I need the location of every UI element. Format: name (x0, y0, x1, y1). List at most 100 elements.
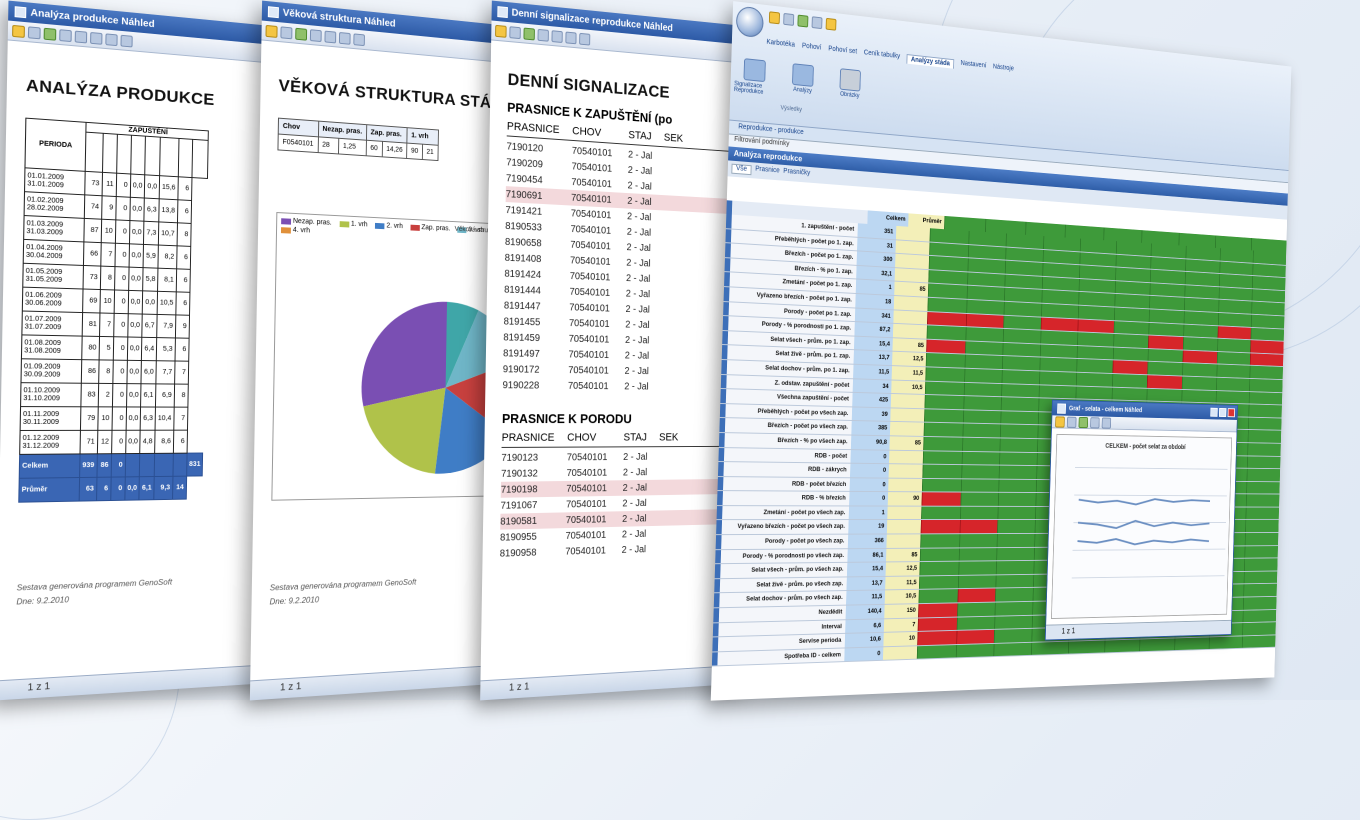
page-icon[interactable] (75, 30, 88, 43)
export-icon[interactable] (295, 27, 307, 40)
first-page-icon[interactable] (579, 32, 590, 45)
status-cell (928, 284, 967, 299)
save-icon[interactable] (1067, 416, 1077, 427)
maximize-icon[interactable] (1219, 408, 1226, 417)
first-page-icon[interactable] (105, 33, 117, 46)
cell: 15,6 (159, 176, 178, 200)
cell: 6 (176, 292, 190, 315)
print-icon[interactable] (538, 28, 549, 41)
ribbon-tab[interactable]: Ceník tabulky (864, 49, 900, 63)
status-cell (926, 339, 965, 353)
export-icon[interactable] (44, 27, 57, 40)
first-page-icon[interactable] (353, 33, 365, 46)
export-icon[interactable] (1079, 416, 1089, 427)
settings-icon[interactable] (812, 16, 823, 29)
ribbon-tab[interactable]: Analýzy stáda (907, 54, 955, 69)
minimize-icon[interactable] (1210, 408, 1217, 417)
cell: 66 (83, 242, 100, 266)
status-cell (957, 589, 995, 603)
ribbon-tab[interactable]: Pohoví (802, 43, 822, 55)
status-cell (1112, 374, 1148, 388)
cell: 8,6 (155, 430, 174, 453)
open-icon[interactable] (1055, 416, 1065, 427)
status-cell (922, 465, 961, 478)
status-cell (1150, 257, 1185, 271)
status-cell (967, 272, 1005, 287)
cell: 01.02.2009 28.02.2009 (24, 192, 85, 219)
save-icon[interactable] (280, 26, 292, 39)
print-icon[interactable] (310, 29, 322, 42)
cell: 70540101 (565, 529, 622, 541)
status-cell (1005, 261, 1043, 276)
save-icon[interactable] (783, 13, 794, 26)
cell: 4,8 (140, 430, 155, 453)
cell: 6,1 (141, 384, 156, 407)
tab-prasnice[interactable]: Prasnice (755, 166, 780, 178)
signalizace-button[interactable]: Signalizace Reprodukce (734, 57, 775, 97)
chevron-down-icon[interactable] (826, 18, 837, 31)
open-icon[interactable] (265, 24, 277, 37)
status-cell (968, 245, 1006, 260)
print-icon[interactable] (1090, 417, 1100, 428)
page-icon[interactable] (551, 30, 562, 43)
status-cell (1252, 276, 1285, 290)
window-controls (1210, 408, 1235, 418)
zoom-icon[interactable] (90, 31, 102, 44)
status-cell (1215, 391, 1249, 404)
cell: 60 (366, 140, 382, 157)
status-cell (1185, 272, 1219, 286)
export-icon[interactable] (523, 27, 534, 40)
print-icon[interactable] (59, 29, 72, 42)
status-cell (963, 396, 1001, 410)
cell: 0,0 (125, 430, 140, 453)
cell: 01.10.2009 31.10.2009 (21, 383, 82, 407)
page-icon[interactable] (324, 30, 336, 43)
cell-prumer (889, 450, 923, 464)
cell: 0,0 (129, 221, 144, 245)
tab-vse[interactable]: Vše (731, 164, 751, 176)
ribbon-tab[interactable]: Karbotéka (766, 39, 795, 52)
cell-prumer (893, 310, 927, 325)
ribbon-tab[interactable]: Nástroje (993, 64, 1014, 76)
obrazky-button[interactable]: Obrázky (830, 67, 869, 106)
tab-prasnicky[interactable]: Prasničky (783, 168, 810, 180)
app-icon (497, 6, 508, 18)
zoom-icon[interactable] (565, 31, 576, 44)
status-cell (961, 451, 999, 464)
undo-icon[interactable] (797, 15, 808, 28)
save-icon[interactable] (28, 26, 41, 39)
cell-prumer: 10 (883, 632, 918, 646)
button-label: Obrázky (840, 92, 860, 100)
save-icon[interactable] (509, 26, 521, 39)
col-staj: STAJ (628, 129, 664, 143)
open-icon[interactable] (495, 24, 507, 37)
legend-swatch (375, 222, 385, 228)
cell: 8190581 (500, 515, 566, 527)
zoom-icon[interactable] (339, 31, 351, 44)
open-icon[interactable] (12, 24, 25, 37)
status-cell (962, 424, 1000, 438)
status-cell (962, 438, 1000, 451)
status-cell (1043, 250, 1080, 265)
list-item[interactable]: 9190228705401012 - Jal (502, 377, 746, 395)
table-row: 01.11.2009 30.11.2009791000,06,310,47 (20, 407, 204, 431)
cell (173, 453, 187, 476)
cell: 70540101 (568, 349, 624, 361)
status-cell (1252, 302, 1285, 316)
zoom-icon[interactable] (1102, 417, 1111, 428)
cell-celkem: 351 (857, 223, 896, 239)
open-icon[interactable] (769, 11, 780, 24)
close-icon[interactable] (1228, 408, 1235, 417)
status-cell (1042, 263, 1079, 278)
status-cell (998, 493, 1036, 506)
cell-prumer: 11,5 (885, 576, 919, 590)
cell: 01.11.2009 30.11.2009 (20, 407, 81, 431)
status-cell (928, 270, 967, 285)
next-page-icon[interactable] (120, 34, 132, 47)
app-orb-button[interactable] (736, 6, 764, 39)
analyzy-button[interactable]: Analýzy (783, 62, 823, 101)
ribbon-tab[interactable]: Pohoví set (828, 45, 857, 58)
cell: 10 (100, 290, 115, 314)
status-cell (1217, 326, 1251, 340)
ribbon-tab[interactable]: Nastavení (960, 60, 986, 72)
